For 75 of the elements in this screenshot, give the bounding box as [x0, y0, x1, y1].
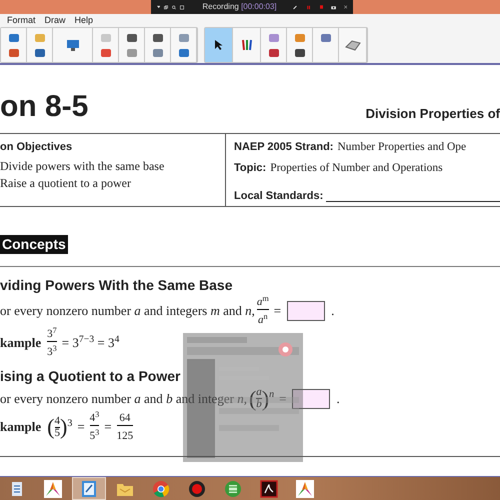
pen-icon[interactable]	[292, 4, 297, 10]
math-text: =	[104, 418, 112, 436]
objectives-heading: on Objectives	[0, 140, 74, 155]
strand-label: NAEP 2005 Strand:	[234, 140, 334, 155]
camera-icon[interactable]	[331, 4, 337, 10]
recording-time: [00:00:03]	[241, 2, 277, 12]
math-text: = 3$^{7−3}$ = 3$^{4}$	[62, 333, 120, 352]
concepts-heading: Concepts	[0, 235, 68, 254]
menu-item[interactable]: Format	[7, 15, 36, 26]
topic-value: Properties of Number and Operations	[270, 161, 443, 176]
topic-label: Topic:	[234, 161, 266, 176]
tool-icon	[294, 46, 306, 58]
notepad-icon	[81, 480, 97, 498]
lesson-subtitle: Division Properties of	[366, 104, 500, 123]
math-text: =	[77, 418, 85, 436]
objective-text: Divide powers with the same base	[0, 158, 166, 172]
triangle-logo-icon	[296, 480, 314, 498]
region-icon[interactable]	[180, 4, 184, 10]
pens-icon	[240, 38, 254, 52]
tool-icon	[34, 46, 46, 58]
record-icon	[188, 480, 206, 498]
close-icon[interactable]	[344, 4, 348, 10]
tool-icon	[126, 46, 138, 58]
windows-icon[interactable]	[164, 4, 168, 10]
tool-icon	[100, 32, 112, 44]
chrome-icon	[152, 480, 170, 498]
document-icon	[12, 480, 22, 496]
tool-icon	[34, 32, 46, 44]
fraction: 64 125	[116, 412, 134, 442]
fraction: 4$^{3}$ 5$^{3}$	[90, 412, 100, 442]
tool-icon	[126, 32, 138, 44]
film-icon	[224, 480, 242, 498]
menu-item[interactable]: Help	[74, 15, 94, 26]
tool-icon	[100, 46, 112, 58]
math-text: .	[336, 390, 340, 408]
rule-text: or every nonzero number a and integers m and n,	[0, 302, 255, 320]
example-label: kample	[0, 334, 42, 352]
local-standards-label: Local Standards:	[234, 188, 324, 204]
math-text: =	[274, 302, 282, 320]
tool-icon	[268, 32, 280, 44]
toolbar-button-pair[interactable]	[1, 28, 27, 62]
tool-icon	[320, 32, 332, 44]
answer-box[interactable]	[292, 388, 330, 408]
tool-icon	[294, 32, 306, 44]
menu-item[interactable]: Draw	[44, 15, 66, 26]
triangle-logo-icon	[44, 480, 62, 498]
tool-icon	[8, 32, 20, 44]
toolbar-button[interactable]	[205, 28, 233, 62]
math-text: .	[331, 302, 334, 320]
fraction: 3$^{7}$ 3$^{3}$	[47, 328, 57, 358]
tool-icon	[152, 46, 164, 58]
dropdown-icon[interactable]	[157, 4, 160, 10]
strand-value: Number Properties and Ope	[337, 140, 466, 155]
concept-title: ising a Quotient to a Power	[0, 368, 182, 384]
fraction: a$^{m}$ a$^{n}$	[256, 296, 269, 326]
stop-icon[interactable]	[320, 4, 324, 10]
example-label: kample	[0, 418, 42, 436]
lesson-title: on 8-5	[0, 91, 88, 123]
answer-box[interactable]	[287, 301, 326, 321]
record-button-icon[interactable]	[278, 342, 293, 357]
math-text: =	[279, 390, 286, 408]
zoom-icon[interactable]	[172, 4, 176, 10]
pause-icon[interactable]	[306, 4, 310, 10]
eraser-icon	[344, 39, 360, 51]
tool-icon	[268, 46, 280, 58]
pointer-icon	[214, 39, 224, 51]
concept-title: viding Powers With the Same Base	[0, 277, 234, 293]
pdf-icon	[260, 480, 278, 498]
recording-label: Recording	[202, 2, 240, 12]
tool-icon	[8, 46, 20, 58]
tool-icon	[178, 32, 190, 44]
objective-text: Raise a quotient to a power	[0, 176, 132, 190]
monitor-icon	[66, 38, 80, 52]
tool-icon	[178, 46, 190, 58]
tool-icon	[152, 32, 164, 44]
